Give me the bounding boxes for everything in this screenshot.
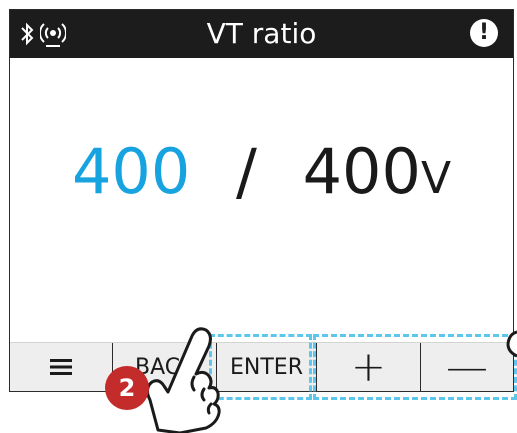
decrement-button[interactable]: — [421,343,513,391]
menu-button[interactable] [10,343,113,391]
minus-icon: — [446,343,488,391]
secondary-value: 400 [302,135,421,208]
step-badge: 2 [105,366,149,410]
page-title: VT ratio [206,17,317,50]
second-hand-fingertip-icon [506,330,517,358]
plus-icon: + [350,343,387,391]
unit-label: V [420,153,452,204]
title-bar: VT ratio ! [10,10,513,58]
alert-icon[interactable]: ! [470,19,498,47]
ratio-display: 400 / 400V [10,132,513,212]
ratio-separator: / [236,135,257,208]
enter-button-label: ENTER [230,354,303,380]
tap-hand-icon [145,327,221,433]
primary-value[interactable]: 400 [72,135,190,208]
menu-icon [50,359,72,375]
increment-button[interactable]: + [317,343,421,391]
device-screen: VT ratio ! 400 / 400V BACK ENTER + — [9,9,514,392]
softkey-bar: BACK ENTER + — [10,342,513,391]
